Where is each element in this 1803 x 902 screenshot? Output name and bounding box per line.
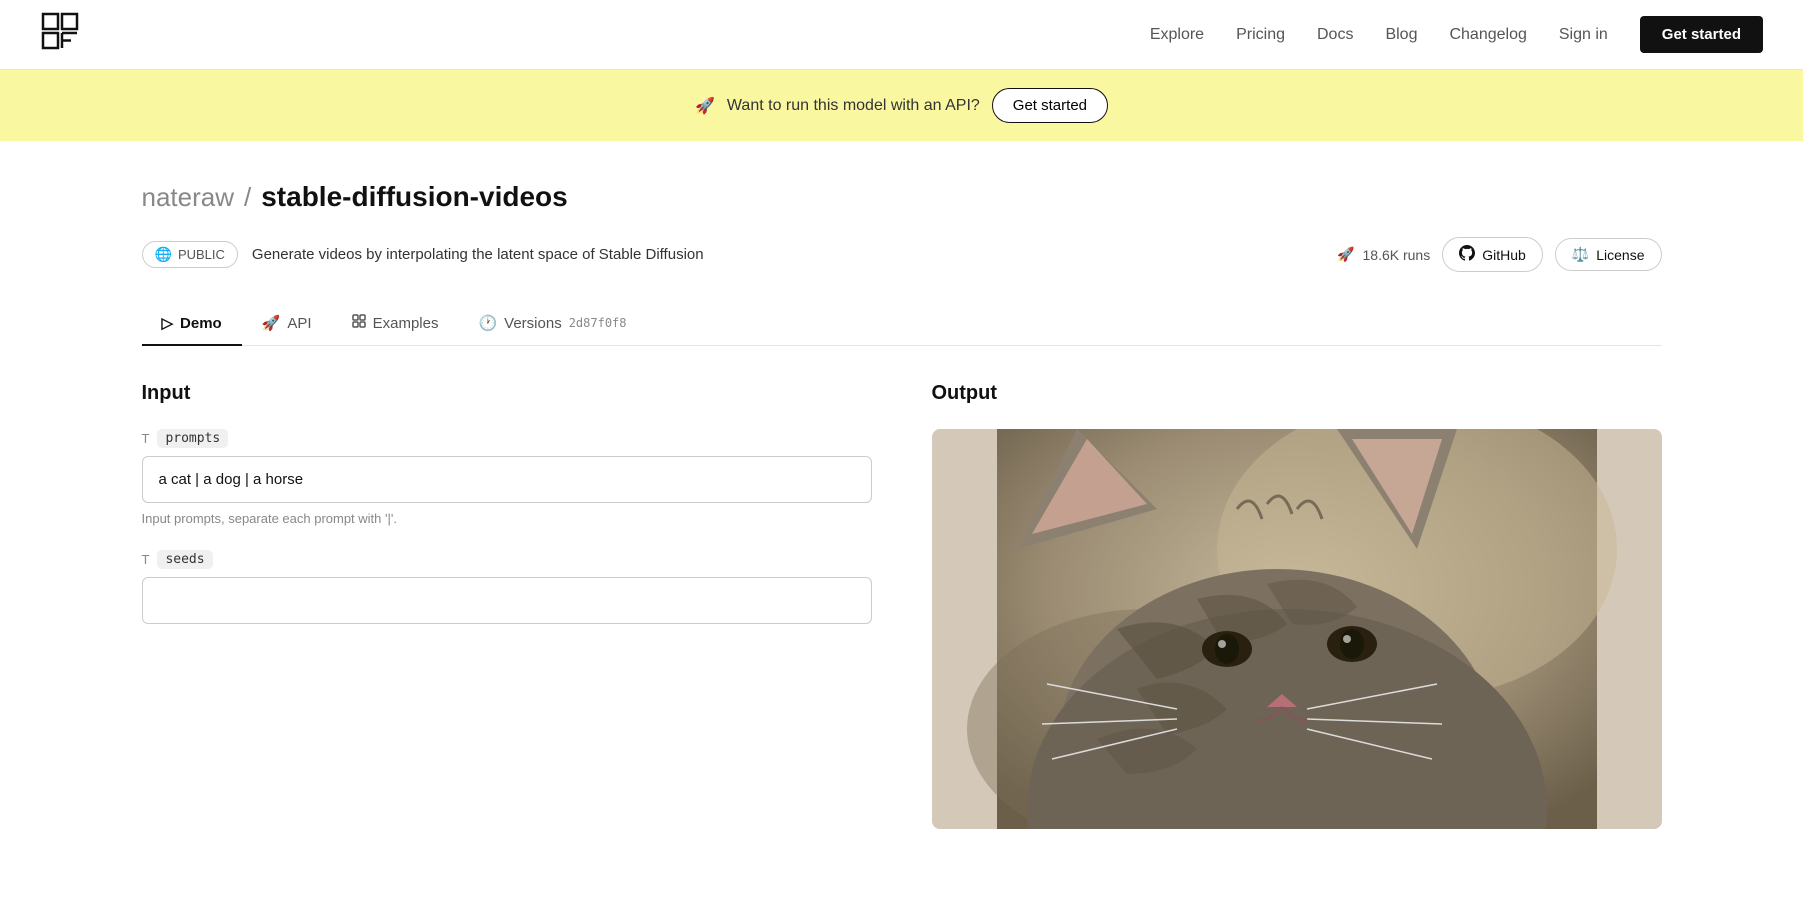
prompts-input[interactable]: [142, 456, 872, 503]
seeds-label-row: T seeds: [142, 550, 872, 569]
runs-count: 🚀 18.6K runs: [1337, 246, 1430, 263]
tab-demo[interactable]: ▷ Demo: [142, 302, 242, 346]
model-meta-row: 🌐 PUBLIC Generate videos by interpolatin…: [142, 237, 1662, 272]
rocket-tab-icon: 🚀: [262, 314, 281, 332]
tab-examples-label: Examples: [373, 315, 439, 332]
main-nav: Explore Pricing Docs Blog Changelog Sign…: [1150, 16, 1763, 53]
tab-examples[interactable]: Examples: [332, 302, 459, 346]
globe-icon: 🌐: [155, 246, 172, 263]
banner-get-started-button[interactable]: Get started: [992, 88, 1108, 123]
rocket-icon: 🚀: [1337, 246, 1354, 263]
input-title: Input: [142, 382, 872, 405]
meta-right: 🚀 18.6K runs GitHub ⚖️ License: [1337, 237, 1661, 272]
github-button[interactable]: GitHub: [1442, 237, 1543, 272]
runs-value: 18.6K runs: [1363, 247, 1431, 263]
version-hash: 2d87f0f8: [569, 316, 627, 330]
banner-text: Want to run this model with an API?: [727, 97, 980, 115]
nav-blog[interactable]: Blog: [1385, 26, 1417, 44]
nav-changelog[interactable]: Changelog: [1449, 26, 1526, 44]
breadcrumb-separator: /: [244, 182, 251, 213]
prompts-field-name: prompts: [157, 429, 228, 448]
prompts-type: T: [142, 431, 150, 446]
nav-signin[interactable]: Sign in: [1559, 26, 1608, 44]
breadcrumb: nateraw / stable-diffusion-videos: [142, 181, 1662, 213]
clock-icon: 🕐: [478, 314, 497, 332]
content-grid: Input T prompts Input prompts, separate …: [142, 382, 1662, 829]
model-description: Generate videos by interpolating the lat…: [252, 246, 704, 263]
visibility-label: PUBLIC: [178, 247, 225, 262]
tab-api-label: API: [287, 315, 311, 332]
license-icon: ⚖️: [1572, 246, 1589, 263]
seeds-field-name: seeds: [157, 550, 212, 569]
tab-demo-label: Demo: [180, 315, 222, 332]
play-icon: ▷: [162, 314, 174, 332]
meta-left: 🌐 PUBLIC Generate videos by interpolatin…: [142, 241, 704, 268]
main-content: nateraw / stable-diffusion-videos 🌐 PUBL…: [102, 141, 1702, 829]
api-banner: 🚀 Want to run this model with an API? Ge…: [0, 70, 1803, 141]
input-section: Input T prompts Input prompts, separate …: [142, 382, 872, 829]
github-icon: [1459, 245, 1475, 264]
visibility-badge: 🌐 PUBLIC: [142, 241, 238, 268]
header-get-started-button[interactable]: Get started: [1640, 16, 1763, 53]
license-label: License: [1596, 247, 1644, 263]
banner-emoji: 🚀: [695, 96, 715, 116]
breadcrumb-user[interactable]: nateraw: [142, 182, 235, 213]
seeds-type: T: [142, 552, 150, 567]
github-label: GitHub: [1482, 247, 1526, 263]
nav-pricing[interactable]: Pricing: [1236, 26, 1285, 44]
header: Explore Pricing Docs Blog Changelog Sign…: [0, 0, 1803, 70]
nav-explore[interactable]: Explore: [1150, 26, 1204, 44]
output-image: [932, 429, 1662, 829]
seeds-input[interactable]: [142, 577, 872, 624]
nav-docs[interactable]: Docs: [1317, 26, 1353, 44]
output-image-container: [932, 429, 1662, 829]
tab-versions[interactable]: 🕐 Versions 2d87f0f8: [458, 302, 646, 346]
grid-icon: [352, 314, 366, 332]
tab-api[interactable]: 🚀 API: [242, 302, 332, 346]
prompts-hint: Input prompts, separate each prompt with…: [142, 511, 872, 526]
prompts-label-row: T prompts: [142, 429, 872, 448]
tabs: ▷ Demo 🚀 API Examples 🕐 Versions 2d87f0f…: [142, 302, 1662, 346]
logo[interactable]: [40, 11, 80, 58]
license-button[interactable]: ⚖️ License: [1555, 238, 1662, 271]
output-title: Output: [932, 382, 1662, 405]
tab-versions-label: Versions: [504, 315, 562, 332]
output-section: Output: [932, 382, 1662, 829]
breadcrumb-repo[interactable]: stable-diffusion-videos: [261, 181, 567, 213]
